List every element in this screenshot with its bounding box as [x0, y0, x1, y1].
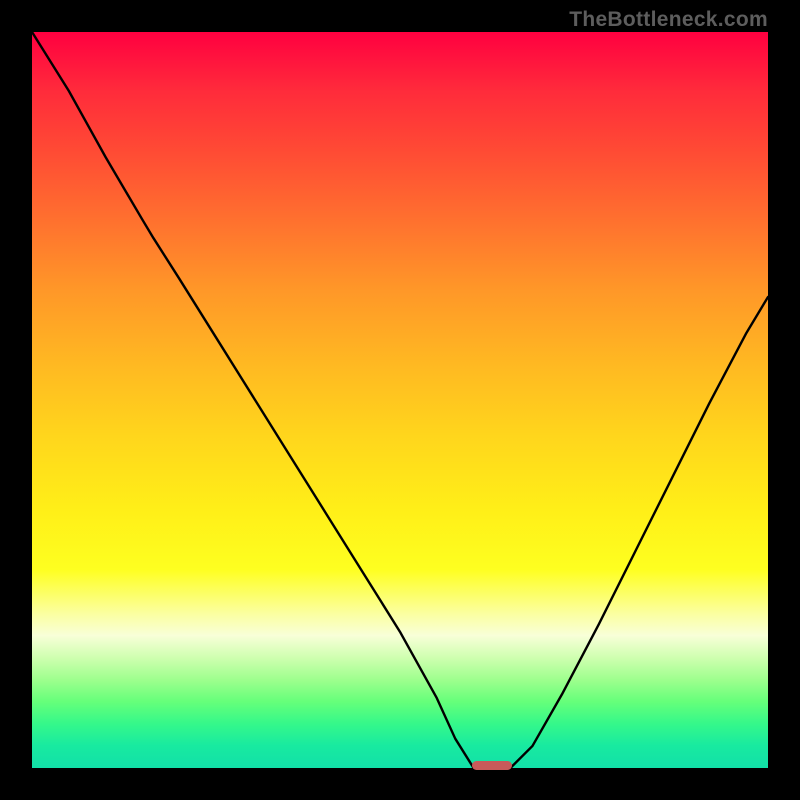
watermark-text: TheBottleneck.com [569, 8, 768, 32]
optimal-marker [472, 761, 512, 770]
bottleneck-curve [0, 0, 800, 800]
